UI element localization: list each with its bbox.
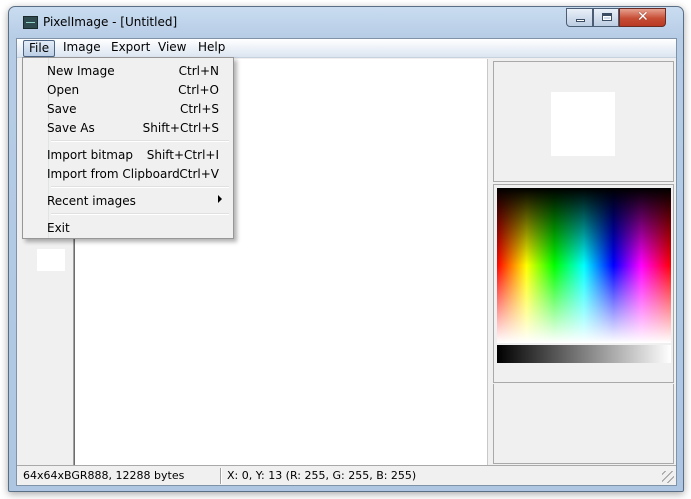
menu-item-shortcut: Ctrl+V	[179, 167, 219, 181]
title-bar[interactable]: PixelImage - [Untitled] ✕	[9, 7, 683, 37]
minimize-button[interactable]	[566, 8, 593, 27]
image-preview	[551, 92, 615, 156]
menu-item-label: Recent images	[47, 194, 136, 208]
status-cursor-info: X: 0, Y: 13 (R: 255, G: 255, B: 255)	[227, 469, 417, 482]
menu-item-label: Save	[47, 102, 77, 116]
status-divider	[220, 468, 222, 484]
menu-item-label: Import bitmap	[47, 148, 133, 162]
close-button[interactable]: ✕	[619, 8, 666, 27]
maximize-icon	[602, 13, 612, 21]
lower-panel	[493, 384, 674, 464]
menu-item-label: Import from Clipboard	[47, 167, 180, 181]
maximize-button[interactable]	[593, 8, 619, 27]
file-menu-dropdown: New Image Ctrl+N Open Ctrl+O Save Ctrl+S…	[22, 57, 234, 239]
menu-view[interactable]: View	[153, 40, 191, 57]
menu-item-shortcut: Ctrl+S	[179, 102, 219, 116]
menu-item-open[interactable]: Open Ctrl+O	[25, 80, 231, 99]
grayscale-ramp[interactable]	[497, 345, 671, 363]
menu-item-shortcut: Shift+Ctrl+S	[142, 121, 219, 135]
menu-item-shortcut: Ctrl+N	[178, 64, 219, 78]
menu-item-exit[interactable]: Exit	[25, 218, 231, 237]
menu-file[interactable]: File	[23, 40, 56, 57]
menu-image[interactable]: Image	[58, 40, 106, 57]
menu-item-label: New Image	[47, 64, 115, 78]
tool-swatch[interactable]	[37, 249, 65, 271]
menu-separator	[51, 213, 229, 215]
menu-item-save[interactable]: Save Ctrl+S	[25, 99, 231, 118]
menu-item-label: Open	[47, 83, 80, 97]
menu-item-new-image[interactable]: New Image Ctrl+N	[25, 61, 231, 80]
right-panel	[491, 59, 676, 465]
menu-export[interactable]: Export	[106, 40, 155, 57]
menu-separator	[51, 186, 229, 188]
menu-separator	[51, 140, 229, 142]
menu-item-import-clipboard[interactable]: Import from Clipboard Ctrl+V	[25, 164, 231, 183]
menu-item-label: Save As	[47, 121, 95, 135]
menu-item-shortcut: Shift+Ctrl+I	[146, 148, 219, 162]
menu-bar: File Image Export View Help	[17, 39, 676, 58]
menu-item-save-as[interactable]: Save As Shift+Ctrl+S	[25, 118, 231, 137]
app-icon	[23, 16, 38, 29]
menu-item-import-bitmap[interactable]: Import bitmap Shift+Ctrl+I	[25, 145, 231, 164]
resize-grip-icon[interactable]	[662, 471, 674, 483]
submenu-arrow-icon	[218, 195, 222, 203]
menu-item-shortcut: Ctrl+O	[178, 83, 219, 97]
status-bar: 64x64xBGR888, 12288 bytes X: 0, Y: 13 (R…	[17, 465, 676, 485]
minimize-icon	[576, 19, 585, 22]
status-image-info: 64x64xBGR888, 12288 bytes	[23, 469, 185, 482]
menu-help[interactable]: Help	[193, 40, 230, 57]
menu-item-recent-images[interactable]: Recent images	[25, 191, 231, 210]
menu-item-label: Exit	[47, 221, 70, 235]
color-spectrum[interactable]	[497, 188, 671, 343]
preview-panel	[493, 61, 674, 182]
color-palette-panel	[493, 184, 674, 383]
close-icon: ✕	[637, 9, 649, 25]
window-title: PixelImage - [Untitled]	[43, 15, 178, 29]
